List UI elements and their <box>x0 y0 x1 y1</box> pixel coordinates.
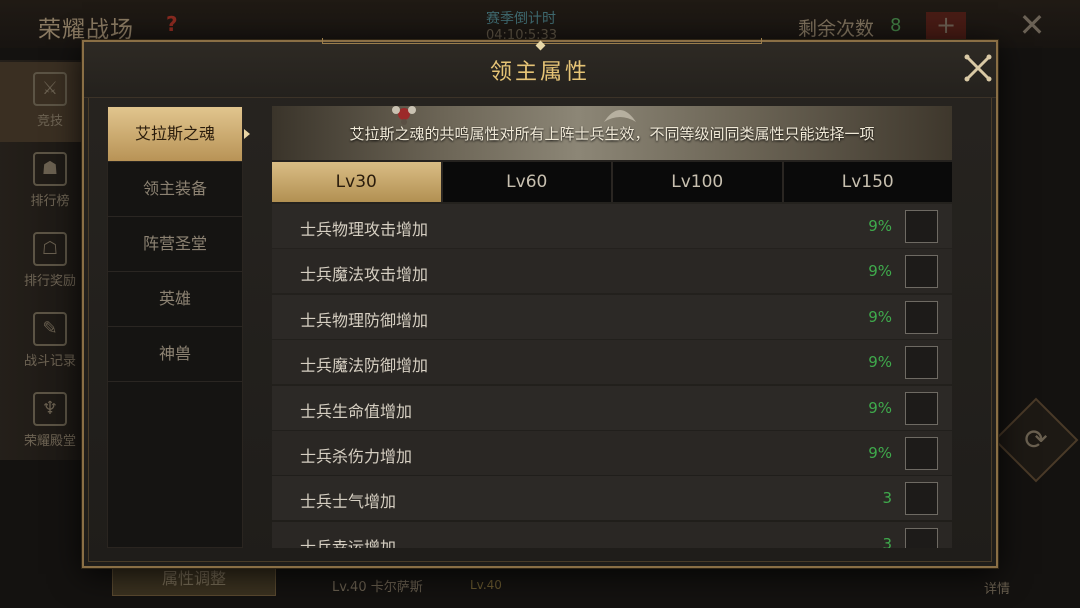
record-icon: ✎ <box>33 312 67 346</box>
attribute-list: 士兵物理攻击增加 9% 士兵魔法攻击增加 9% 士兵物理防御增加 9% 士兵魔法… <box>272 204 952 548</box>
side-tab-label: 英雄 <box>158 289 191 308</box>
hero-name: Lv.40 卡尔萨斯 <box>332 580 423 595</box>
attribute-row: 士兵魔法防御增加 9% <box>272 340 952 385</box>
side-tab-label: 神兽 <box>158 344 191 363</box>
banner-icon: ☗ <box>33 152 67 186</box>
refresh-icon: ⟳ <box>1024 423 1048 456</box>
nav-item-label: 排行奖励 <box>23 274 76 289</box>
side-tab-label: 阵营圣堂 <box>142 234 207 253</box>
attribute-row: 士兵杀伤力增加 9% <box>272 430 952 475</box>
remaining-attempts-label: 剩余次数 <box>798 18 875 40</box>
tab-pointer-icon <box>244 129 250 139</box>
attribute-row: 士兵幸运增加 3 <box>272 521 952 548</box>
attribute-name: 士兵物理防御增加 <box>300 310 429 330</box>
nav-item-label: 荣耀殿堂 <box>23 434 76 449</box>
detail-label[interactable]: 详情 <box>984 578 1010 597</box>
attribute-row: 士兵生命值增加 9% <box>272 385 952 430</box>
info-banner-text: 艾拉斯之魂的共鸣属性对所有上阵士兵生效，不同等级间同类属性只能选择一项 <box>349 125 875 143</box>
attribute-name: 士兵杀伤力增加 <box>300 446 413 466</box>
attribute-checkbox[interactable] <box>905 436 938 470</box>
side-tab-label: 艾拉斯之魂 <box>134 124 215 143</box>
attribute-checkbox[interactable] <box>905 482 938 516</box>
side-tab-faction-sanctuary[interactable]: 阵营圣堂 <box>108 217 242 272</box>
attribute-value: 9% <box>868 262 892 281</box>
attribute-checkbox[interactable] <box>905 300 938 334</box>
side-tab-divine-beast[interactable]: 神兽 <box>108 327 242 382</box>
attribute-checkbox[interactable] <box>905 210 938 243</box>
attribute-value: 9% <box>868 353 892 372</box>
side-tab-lord-equipment[interactable]: 领主装备 <box>108 162 242 217</box>
nav-item-label: 排行榜 <box>30 194 70 209</box>
attribute-name: 士兵士气增加 <box>300 492 397 512</box>
attribute-value: 9% <box>868 217 892 235</box>
attribute-name: 士兵魔法攻击增加 <box>300 265 429 285</box>
attribute-checkbox[interactable] <box>905 527 938 548</box>
question-icon[interactable]: ? <box>166 12 188 36</box>
dialog-header: 领主属性 <box>84 38 996 98</box>
wings-emblem-icon: ♆ <box>33 392 67 426</box>
attribute-row: 士兵物理攻击增加 9% <box>272 204 952 248</box>
attribute-checkbox[interactable] <box>905 255 938 289</box>
attribute-row: 士兵魔法攻击增加 9% <box>272 249 952 294</box>
attribute-row: 士兵物理防御增加 9% <box>272 294 952 339</box>
attribute-panel: 艾拉斯之魂的共鸣属性对所有上阵士兵生效，不同等级间同类属性只能选择一项 Lv30… <box>272 106 952 548</box>
lord-attributes-dialog: 领主属性 艾拉斯之魂 领主装备 阵营圣堂 英雄 神兽 艾拉斯之魂的共鸣属性对所有… <box>82 38 998 568</box>
tab-lv60[interactable]: Lv60 <box>443 162 613 202</box>
info-banner: 艾拉斯之魂的共鸣属性对所有上阵士兵生效，不同等级间同类属性只能选择一项 <box>272 106 952 160</box>
reward-banner-icon: ☖ <box>33 232 67 266</box>
page-title: 荣耀战场 <box>38 17 134 43</box>
side-tab-label: 领主装备 <box>142 179 207 198</box>
close-button[interactable] <box>962 52 994 84</box>
level-tab-bar: Lv30 Lv60 Lv100 Lv150 <box>272 162 952 202</box>
crossed-swords-icon: ⚔ <box>33 72 67 106</box>
attribute-value: 3 <box>882 534 892 548</box>
page-close-icon[interactable]: ✕ <box>1016 9 1048 42</box>
attribute-name: 士兵魔法防御增加 <box>300 356 429 376</box>
tab-lv150[interactable]: Lv150 <box>784 162 953 202</box>
nav-item-label: 战斗记录 <box>23 354 76 369</box>
attribute-name: 士兵物理攻击增加 <box>300 220 429 239</box>
attribute-value: 9% <box>868 398 892 417</box>
dialog-title: 领主属性 <box>489 60 590 85</box>
close-icon <box>964 54 992 82</box>
season-countdown-label: 赛季倒计时 <box>486 11 556 27</box>
hero-level-badge: Lv.40 <box>470 578 502 592</box>
tab-lv100[interactable]: Lv100 <box>613 162 784 202</box>
attribute-checkbox[interactable] <box>905 346 938 380</box>
attribute-value: 9% <box>868 443 892 462</box>
remaining-attempts-count: 8 <box>890 15 902 36</box>
attribute-checkbox[interactable] <box>905 391 938 425</box>
attribute-name: 士兵生命值增加 <box>300 401 413 421</box>
attribute-name: 士兵幸运增加 <box>300 537 397 548</box>
attribute-row: 士兵士气增加 3 <box>272 476 952 521</box>
nav-item-label: 竞技 <box>36 114 63 129</box>
attribute-value: 9% <box>868 307 892 326</box>
side-tab-heroes[interactable]: 英雄 <box>108 272 242 327</box>
tab-lv30[interactable]: Lv30 <box>272 162 443 202</box>
add-attempts-button[interactable]: + <box>926 12 966 40</box>
side-tab-list: 艾拉斯之魂 领主装备 阵营圣堂 英雄 神兽 <box>107 106 250 548</box>
side-tab-allas-soul[interactable]: 艾拉斯之魂 <box>108 107 250 162</box>
attribute-value: 3 <box>882 489 892 508</box>
